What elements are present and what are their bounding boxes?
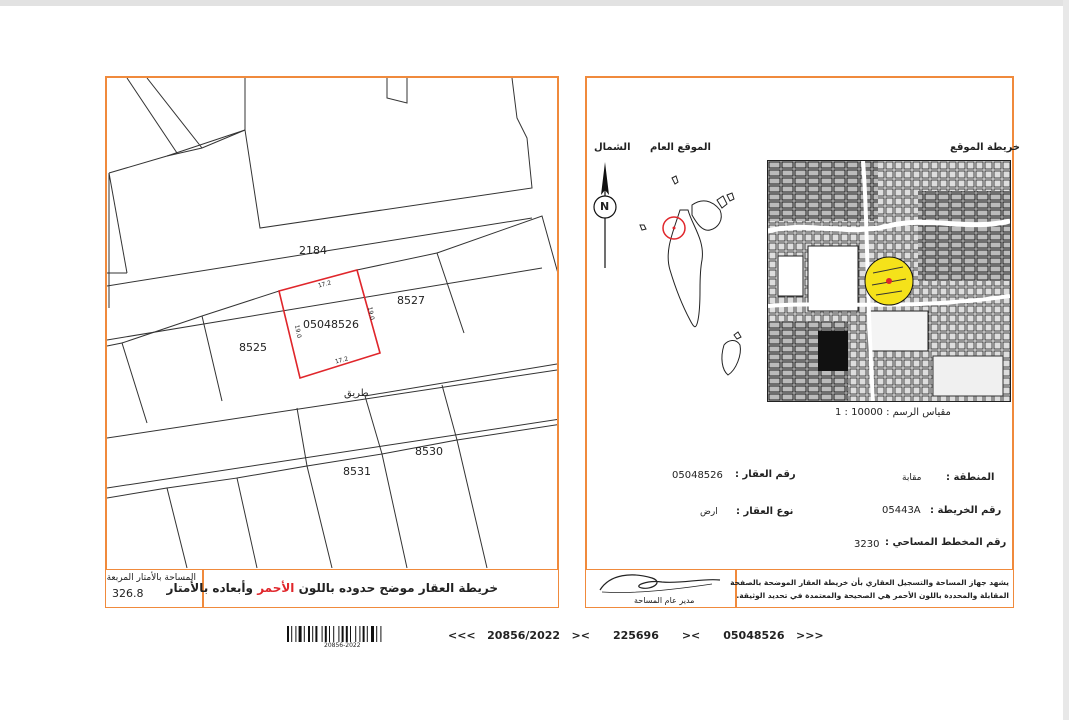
- signatory-title: مدير عام المساحة: [634, 596, 695, 605]
- caption-red: الأحمر: [257, 581, 295, 595]
- property-number-value: 05048526: [672, 470, 723, 481]
- reference-sequence: <<< 20856/2022 >< 225696 >< 05048526 >>>: [448, 629, 824, 642]
- parcel-number-south-b: 8530: [415, 445, 443, 458]
- site-map-title: خريطة الموقع: [950, 142, 1021, 153]
- parcel-number-west: 8525: [239, 341, 267, 354]
- survey-plan-label: رقم المخطط المساحي :: [885, 537, 1007, 548]
- property-type-value: ارض: [700, 507, 718, 517]
- map-number-label: رقم الخريطة :: [930, 505, 1002, 516]
- parcel-number-south-a: 8531: [343, 465, 371, 478]
- general-location-title: الموقع العام: [650, 142, 711, 153]
- north-arrow-icon: [593, 162, 617, 268]
- country-outline-map: [639, 175, 742, 376]
- signature-image: [599, 574, 721, 593]
- property-type-label: نوع العقار :: [736, 506, 794, 517]
- map-caption: خريطة العقار موضح حدوده باللون الأحمر وأ…: [167, 581, 498, 595]
- certification-box: يشهد جهاز المساحة والتسجيل العقاري بأن خ…: [730, 569, 1014, 608]
- map-caption-box: خريطة العقار موضح حدوده باللون الأحمر وأ…: [167, 569, 559, 608]
- certification-line-1: يشهد جهاز المساحة والتسجيل العقاري بأن خ…: [730, 578, 1009, 587]
- parcel-number-east: 8527: [397, 294, 425, 307]
- certification-line-2: المقابلة والمحددة باللون الأحمر هي الصحي…: [736, 591, 1009, 600]
- viewer-top-bar: [0, 0, 1069, 6]
- cadastral-map-panel: 2184 05048526 8525 8527 8531 8530 طريق 1…: [105, 76, 559, 608]
- road-number: 2184: [299, 244, 327, 257]
- north-label: الشمال: [594, 142, 631, 153]
- road-label: طريق: [344, 388, 369, 399]
- barcode-label: 20856-2022: [324, 642, 361, 649]
- scale-label: مقياس الرسم : 10000 : 1: [835, 407, 951, 418]
- survey-plan-value: 3230: [854, 539, 880, 550]
- signature-box: مدير عام المساحة: [585, 569, 736, 608]
- property-number-label: رقم العقار :: [735, 469, 796, 480]
- area-name-label: المنطقة :: [946, 472, 995, 483]
- site-map-image: [767, 160, 1011, 402]
- north-letter: N: [600, 200, 610, 213]
- parcel-number-main: 05048526: [303, 318, 359, 331]
- caption-suffix: وأبعاده بالأمتار: [166, 581, 253, 595]
- caption-prefix: خريطة العقار موضح حدوده باللون: [298, 581, 498, 595]
- map-number-value: 05443A: [882, 505, 921, 516]
- area-value: 326.8: [112, 587, 144, 600]
- viewer-right-bar: [1063, 0, 1069, 720]
- area-name-value: مقابة: [902, 473, 922, 483]
